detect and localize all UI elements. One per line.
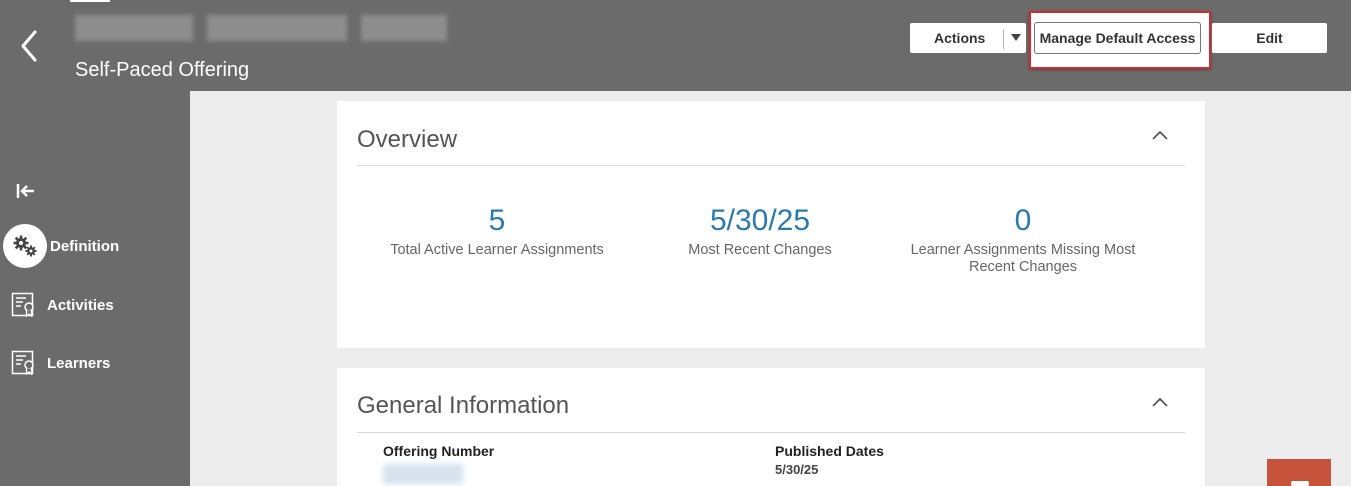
sidebar-item-definition[interactable]: Definition — [0, 224, 190, 268]
general-information-title: General Information — [357, 392, 570, 419]
manage-default-access-button[interactable]: Manage Default Access — [1034, 22, 1201, 54]
gears-icon — [3, 224, 47, 268]
actions-button-label: Actions — [934, 30, 986, 46]
actions-divider — [1003, 29, 1004, 49]
metric-value[interactable]: 0 — [897, 203, 1149, 239]
metric-total-active-learner-assignments: 5 Total Active Learner Assignments — [377, 203, 617, 259]
metric-value[interactable]: 5/30/25 — [650, 203, 870, 239]
edit-button[interactable]: Edit — [1211, 22, 1328, 54]
metric-missing-recent-changes: 0 Learner Assignments Missing Most Recen… — [897, 203, 1149, 276]
offering-number-value-redacted — [383, 464, 463, 484]
chevron-up-icon[interactable] — [1150, 394, 1170, 410]
collapse-left-icon[interactable] — [16, 183, 36, 204]
document-certificate-icon — [11, 292, 34, 318]
page-header: Self-Paced Offering Actions Manage Defau… — [0, 0, 1351, 91]
published-dates-label: Published Dates — [775, 443, 884, 459]
general-information-card: General Information Offering Number Publ… — [337, 368, 1205, 486]
page-subtitle: Self-Paced Offering — [75, 59, 250, 81]
divider — [357, 165, 1185, 166]
feedback-button[interactable] — [1267, 459, 1331, 486]
published-dates-value: 5/30/25 — [775, 462, 819, 477]
page-title-redacted — [75, 12, 447, 44]
actions-button[interactable]: Actions — [909, 22, 1027, 54]
metric-label: Learner Assignments Missing Most Recent … — [910, 242, 1136, 275]
back-button[interactable] — [14, 28, 46, 64]
sidebar-item-label: Learners — [47, 354, 111, 372]
overview-card: Overview 5 Total Active Learner Assignme… — [337, 101, 1205, 348]
sidebar: Definition Activities Learners — [0, 91, 190, 486]
divider — [357, 432, 1185, 433]
header-top-indicator — [70, 0, 110, 2]
sidebar-item-label: Definition — [50, 237, 120, 255]
chevron-left-icon — [21, 30, 37, 62]
metric-value[interactable]: 5 — [377, 203, 617, 239]
metric-most-recent-changes: 5/30/25 Most Recent Changes — [650, 203, 870, 259]
sidebar-item-activities[interactable]: Activities — [0, 283, 190, 327]
overview-title: Overview — [357, 126, 458, 153]
chevron-up-icon[interactable] — [1150, 127, 1170, 143]
caret-down-icon[interactable] — [1010, 32, 1022, 44]
document-certificate-icon — [11, 350, 34, 376]
message-icon — [1291, 481, 1309, 486]
sidebar-item-learners[interactable]: Learners — [0, 341, 190, 385]
offering-number-label: Offering Number — [383, 443, 495, 459]
sidebar-item-label: Activities — [47, 296, 114, 314]
metric-label: Most Recent Changes — [688, 242, 832, 258]
metric-label: Total Active Learner Assignments — [390, 242, 604, 258]
